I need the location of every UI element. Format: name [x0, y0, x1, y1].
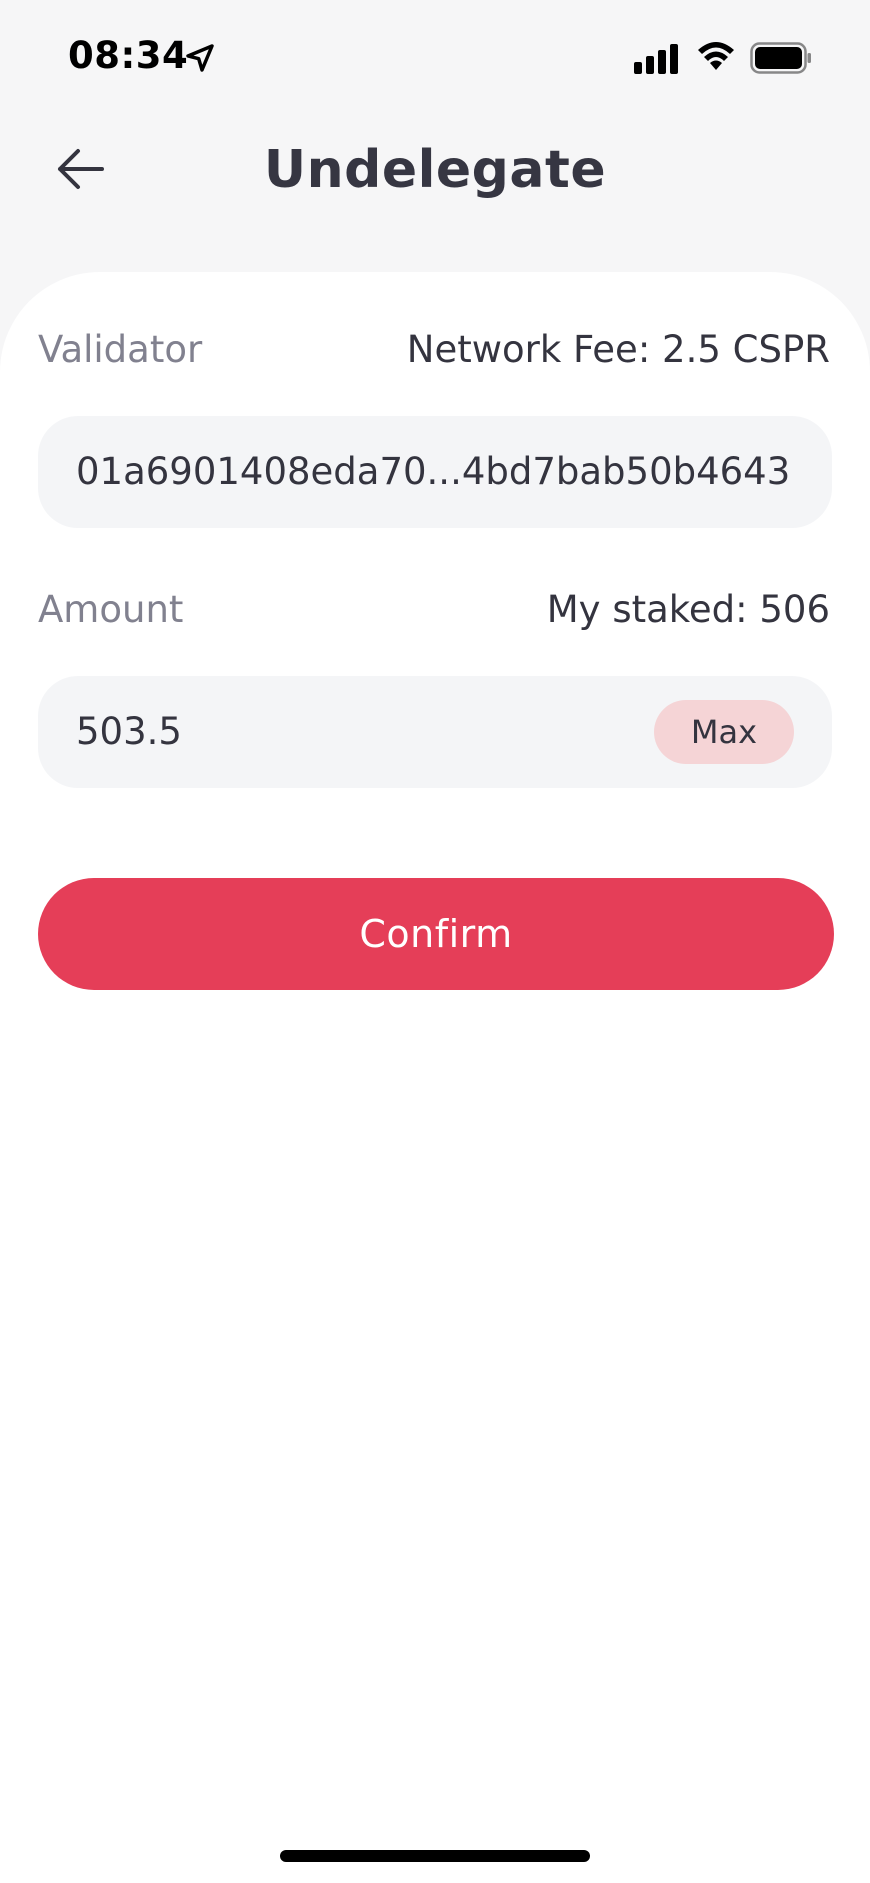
location-arrow-icon: [186, 44, 214, 72]
my-staked-text: My staked: 506: [546, 588, 830, 631]
validator-value: 01a6901408eda70...4bd7bab50b4643: [76, 450, 791, 493]
confirm-button[interactable]: Confirm: [38, 878, 834, 990]
status-time: 08:34: [68, 34, 189, 77]
amount-value: 503.5: [76, 710, 182, 753]
network-fee-text: Network Fee: 2.5 CSPR: [406, 328, 830, 371]
validator-field[interactable]: 01a6901408eda70...4bd7bab50b4643: [38, 416, 832, 528]
amount-label: Amount: [38, 588, 184, 631]
home-indicator[interactable]: [280, 1850, 590, 1862]
screen: 08:34 Undelegate Validator Network Fee: …: [0, 0, 870, 1883]
form-card: Validator Network Fee: 2.5 CSPR 01a69014…: [0, 272, 870, 1883]
wifi-icon: [698, 42, 734, 70]
max-button[interactable]: Max: [654, 700, 794, 764]
page-title: Undelegate: [263, 140, 607, 200]
amount-input[interactable]: 503.5 Max: [38, 676, 832, 788]
battery-icon: [750, 42, 811, 74]
cellular-signal-icon: [634, 44, 678, 74]
status-bar: 08:34: [0, 0, 870, 110]
validator-label: Validator: [38, 328, 203, 371]
